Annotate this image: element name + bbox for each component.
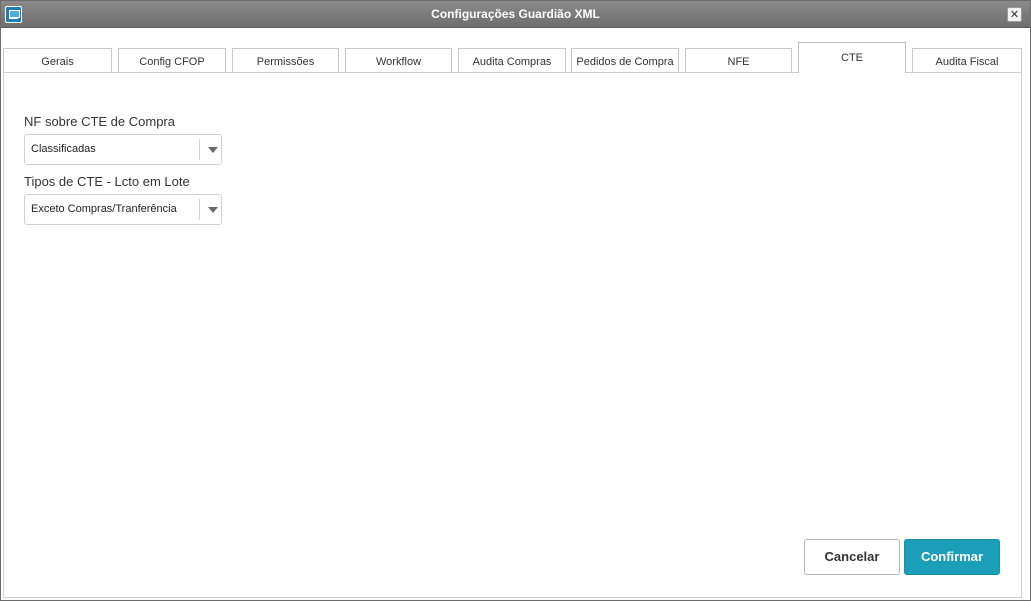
cancel-button[interactable]: Cancelar [804,539,900,575]
tab-cte[interactable]: CTE [798,42,906,73]
tab-nfe[interactable]: NFE [685,48,792,73]
chevron-down-icon[interactable] [208,207,218,213]
tab-bar: Gerais Config CFOP Permissões Workflow A… [1,41,1030,73]
nf-cte-label: NF sobre CTE de Compra [24,114,175,129]
tab-audita-fiscal[interactable]: Audita Fiscal [912,48,1022,73]
chevron-down-icon[interactable] [208,147,218,153]
tab-workflow[interactable]: Workflow [345,48,452,73]
nf-cte-select[interactable]: Classificadas [24,134,222,165]
settings-dialog: Configurações Guardião XML ✕ Gerais Conf… [0,0,1031,601]
confirm-button[interactable]: Confirmar [904,539,1000,575]
nf-cte-select-value: Classificadas [31,143,96,155]
tipos-cte-label: Tipos de CTE - Lcto em Lote [24,174,190,189]
tab-permissoes[interactable]: Permissões [232,48,339,73]
tab-audita-compras[interactable]: Audita Compras [458,48,566,73]
select-divider [199,139,200,160]
tab-pedidos-de-compra[interactable]: Pedidos de Compra [571,48,679,73]
tipos-cte-select-value: Exceto Compras/Tranferência [31,203,177,215]
title-bar[interactable]: Configurações Guardião XML ✕ [1,1,1030,28]
select-divider [199,199,200,220]
window-title: Configurações Guardião XML [431,7,600,21]
close-button[interactable]: ✕ [1007,7,1022,22]
tipos-cte-select[interactable]: Exceto Compras/Tranferência [24,194,222,225]
tab-gerais[interactable]: Gerais [3,48,112,73]
tab-config-cfop[interactable]: Config CFOP [118,48,226,73]
